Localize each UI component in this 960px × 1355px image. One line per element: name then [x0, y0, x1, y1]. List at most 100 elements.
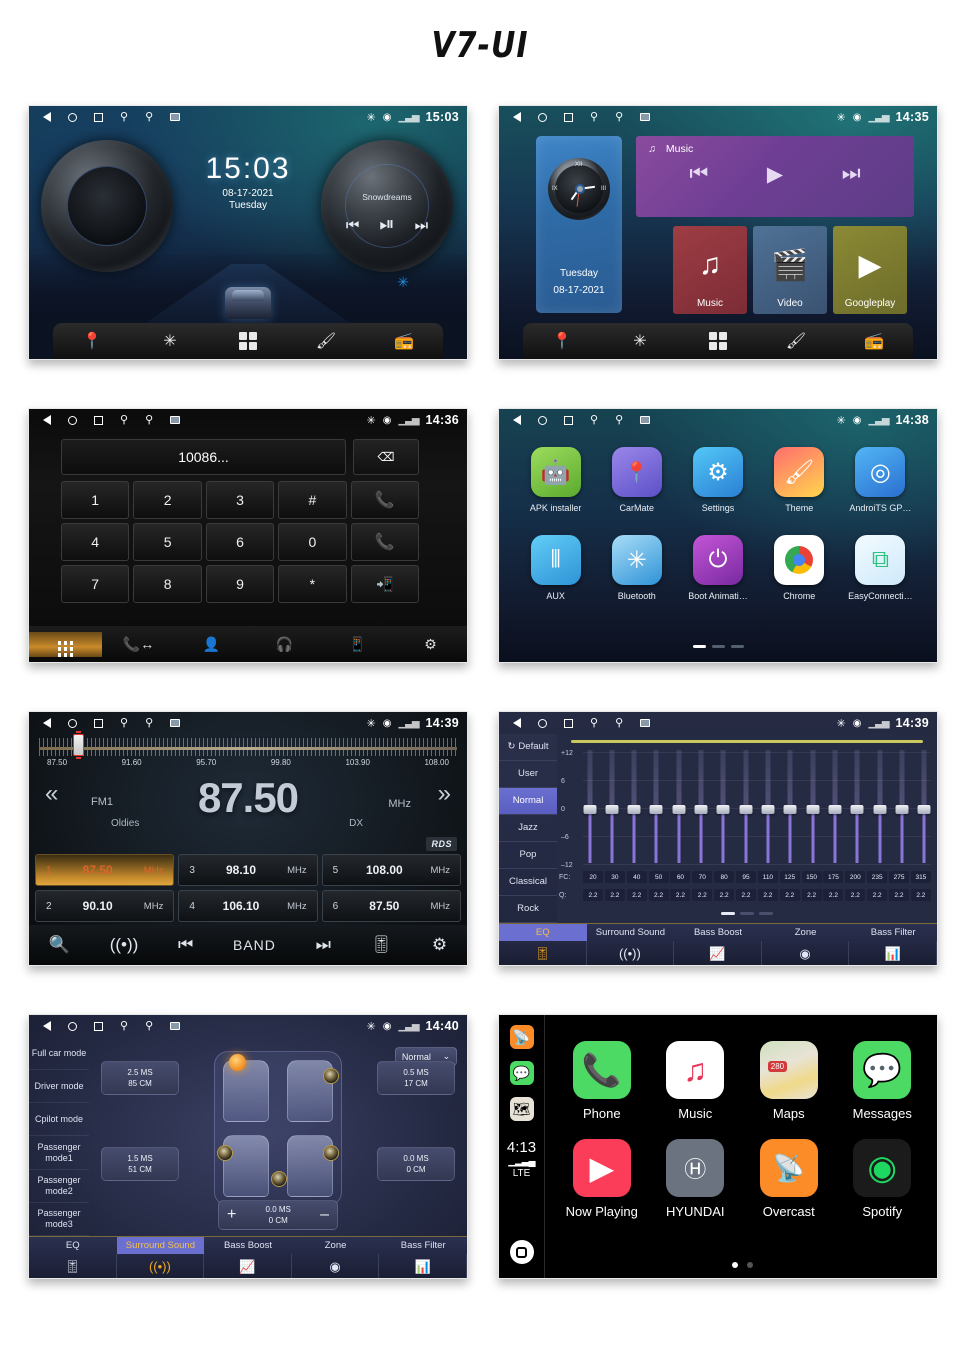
- frequency-scale[interactable]: 87.50 91.60 95.70 99.80 103.90 108.00: [29, 731, 467, 770]
- q-value[interactable]: 2.2: [910, 889, 931, 901]
- phone-number-display[interactable]: 10086...: [61, 439, 346, 475]
- fc-value[interactable]: 30: [604, 871, 625, 883]
- eq-band-sliders[interactable]: [583, 750, 931, 863]
- fc-value[interactable]: 275: [889, 871, 910, 883]
- back-icon[interactable]: [43, 718, 51, 728]
- eq-slider-band[interactable]: [761, 750, 775, 863]
- eq-preset-classical[interactable]: Classical: [499, 869, 557, 896]
- keypad-icon[interactable]: [29, 631, 102, 657]
- slider-knob[interactable]: [850, 805, 864, 815]
- rds-scan-icon[interactable]: ((•)): [110, 935, 139, 955]
- media-controls[interactable]: ⏮ ⏯ ⏭: [321, 214, 453, 236]
- q-value[interactable]: 2.2: [867, 889, 888, 901]
- eq-icon[interactable]: 🎚: [371, 935, 393, 955]
- app-chrome[interactable]: Chrome: [759, 535, 840, 601]
- slider-knob[interactable]: [761, 805, 775, 815]
- maps-icon[interactable]: 🗺: [509, 1097, 534, 1121]
- slider-knob[interactable]: [917, 805, 931, 815]
- carplay-home-button[interactable]: [509, 1240, 534, 1264]
- zone-icon[interactable]: ◉: [762, 941, 850, 965]
- eq-slider-band[interactable]: [850, 750, 864, 863]
- fc-value[interactable]: 315: [910, 871, 931, 883]
- recents-icon[interactable]: [94, 415, 103, 425]
- delay-rear-right[interactable]: 0.0 MS 0 CM: [377, 1147, 455, 1181]
- tile-music[interactable]: ♫ Music: [673, 226, 747, 314]
- q-value[interactable]: 2.2: [845, 889, 866, 901]
- decrease-button[interactable]: –: [320, 1206, 329, 1224]
- fc-value[interactable]: 70: [692, 871, 713, 883]
- q-value[interactable]: 2.2: [583, 889, 603, 901]
- q-value[interactable]: 2.2: [889, 889, 910, 901]
- surround-mode-list[interactable]: Full car mode Driver mode Cpilot mode Pa…: [29, 1037, 89, 1236]
- eq-slider-band[interactable]: [627, 750, 641, 863]
- preset-6[interactable]: 6 87.50 MHz: [321, 890, 461, 922]
- screenshot-icon[interactable]: [640, 113, 651, 121]
- carplay-app-music[interactable]: ♫ Music: [649, 1041, 743, 1121]
- seat-front-left[interactable]: [223, 1060, 269, 1122]
- tab-bass-boost[interactable]: Bass Boost: [204, 1237, 292, 1254]
- apps-icon[interactable]: [231, 329, 265, 353]
- bt-audio-icon[interactable]: 🎧: [248, 636, 321, 653]
- app-grid[interactable]: 🤖 APK installer 📍 CarMate ⚙ Settings 🖌 T…: [515, 447, 921, 601]
- bluetooth-icon[interactable]: ✳: [623, 329, 657, 353]
- screenshot-icon[interactable]: [170, 416, 181, 424]
- key-1[interactable]: 1: [61, 481, 130, 519]
- preset-2[interactable]: 2 90.10 MHz: [35, 890, 175, 922]
- q-value[interactable]: 2.2: [823, 889, 844, 901]
- eq-slider-band[interactable]: [605, 750, 619, 863]
- fc-value[interactable]: 175: [823, 871, 844, 883]
- key-4[interactable]: 4: [61, 523, 130, 561]
- delay-front-left[interactable]: 2.5 MS 85 CM: [101, 1061, 179, 1095]
- fc-values-row[interactable]: 20 30 40 50 60 70 80 95 110 125 150 175 …: [583, 871, 931, 883]
- screenshot-icon[interactable]: [170, 1022, 181, 1030]
- app-easyconnection[interactable]: ⧉ EasyConnecti…: [840, 535, 921, 601]
- tab-eq[interactable]: EQ: [29, 1237, 117, 1254]
- band-button[interactable]: BAND: [233, 937, 276, 953]
- slider-knob[interactable]: [783, 805, 797, 815]
- screenshot-icon[interactable]: [170, 113, 181, 121]
- preset-1[interactable]: 1 87.50 MHz: [35, 854, 175, 886]
- recents-icon[interactable]: [564, 112, 573, 122]
- app-apk-installer[interactable]: 🤖 APK installer: [515, 447, 596, 513]
- back-icon[interactable]: [513, 112, 521, 122]
- music-widget[interactable]: ♫ Music ⏮ ▶ ⏭: [636, 136, 914, 217]
- next-icon[interactable]: ⏭: [415, 217, 429, 234]
- bass-boost-icon[interactable]: 📈: [204, 1254, 292, 1278]
- screenshot-icon[interactable]: [640, 416, 651, 424]
- messages-icon[interactable]: 💬: [509, 1061, 534, 1085]
- call-history-icon[interactable]: 📞↔: [102, 636, 175, 653]
- key-7[interactable]: 7: [61, 565, 130, 603]
- play-pause-icon[interactable]: ⏯: [379, 214, 394, 236]
- q-value[interactable]: 2.2: [692, 889, 713, 901]
- carplay-app-grid[interactable]: 📞 Phone ♫ Music 280 Maps 💬 Messages ▶ No…: [555, 1041, 929, 1219]
- transfer-call-icon[interactable]: 📲: [350, 565, 419, 603]
- increase-button[interactable]: +: [227, 1206, 236, 1224]
- key-5[interactable]: 5: [133, 523, 202, 561]
- eq-preset-pop[interactable]: Pop: [499, 842, 557, 869]
- contacts-icon[interactable]: 👤: [175, 636, 248, 653]
- app-carmate[interactable]: 📍 CarMate: [596, 447, 677, 513]
- recents-icon[interactable]: [94, 1021, 103, 1031]
- zone-icon[interactable]: ◉: [292, 1254, 380, 1278]
- bluetooth-icon[interactable]: ✳: [153, 329, 187, 353]
- eq-slider-band[interactable]: [694, 750, 708, 863]
- eq-slider-band[interactable]: [739, 750, 753, 863]
- tab-bass-filter[interactable]: Bass Filter: [379, 1237, 467, 1254]
- tile-googleplay[interactable]: ▶ Googleplay: [833, 226, 907, 314]
- slider-knob[interactable]: [627, 805, 641, 815]
- app-aux[interactable]: ⦀ AUX: [515, 535, 596, 601]
- eq-slider-band[interactable]: [917, 750, 931, 863]
- slider-knob[interactable]: [895, 805, 909, 815]
- delay-front-right[interactable]: 0.5 MS 17 CM: [377, 1061, 455, 1095]
- panel-fm-radio[interactable]: ⚲ ⚲ ✳ ◉ ▁▃▅ 14:39 87.50 91.60 95.70 99.8…: [28, 711, 468, 966]
- navigation-icon[interactable]: 📍: [545, 329, 579, 353]
- slider-knob[interactable]: [583, 805, 596, 815]
- radio-icon[interactable]: 📻: [387, 329, 421, 353]
- key-hash[interactable]: #: [278, 481, 347, 519]
- fc-value[interactable]: 200: [845, 871, 866, 883]
- home-dock[interactable]: 📍 ✳ 🖌 📻: [523, 323, 913, 359]
- key-2[interactable]: 2: [133, 481, 202, 519]
- eq-slider-band[interactable]: [873, 750, 887, 863]
- mode-passenger-1[interactable]: Passenger mode1: [29, 1136, 89, 1170]
- mode-full-car[interactable]: Full car mode: [29, 1037, 89, 1071]
